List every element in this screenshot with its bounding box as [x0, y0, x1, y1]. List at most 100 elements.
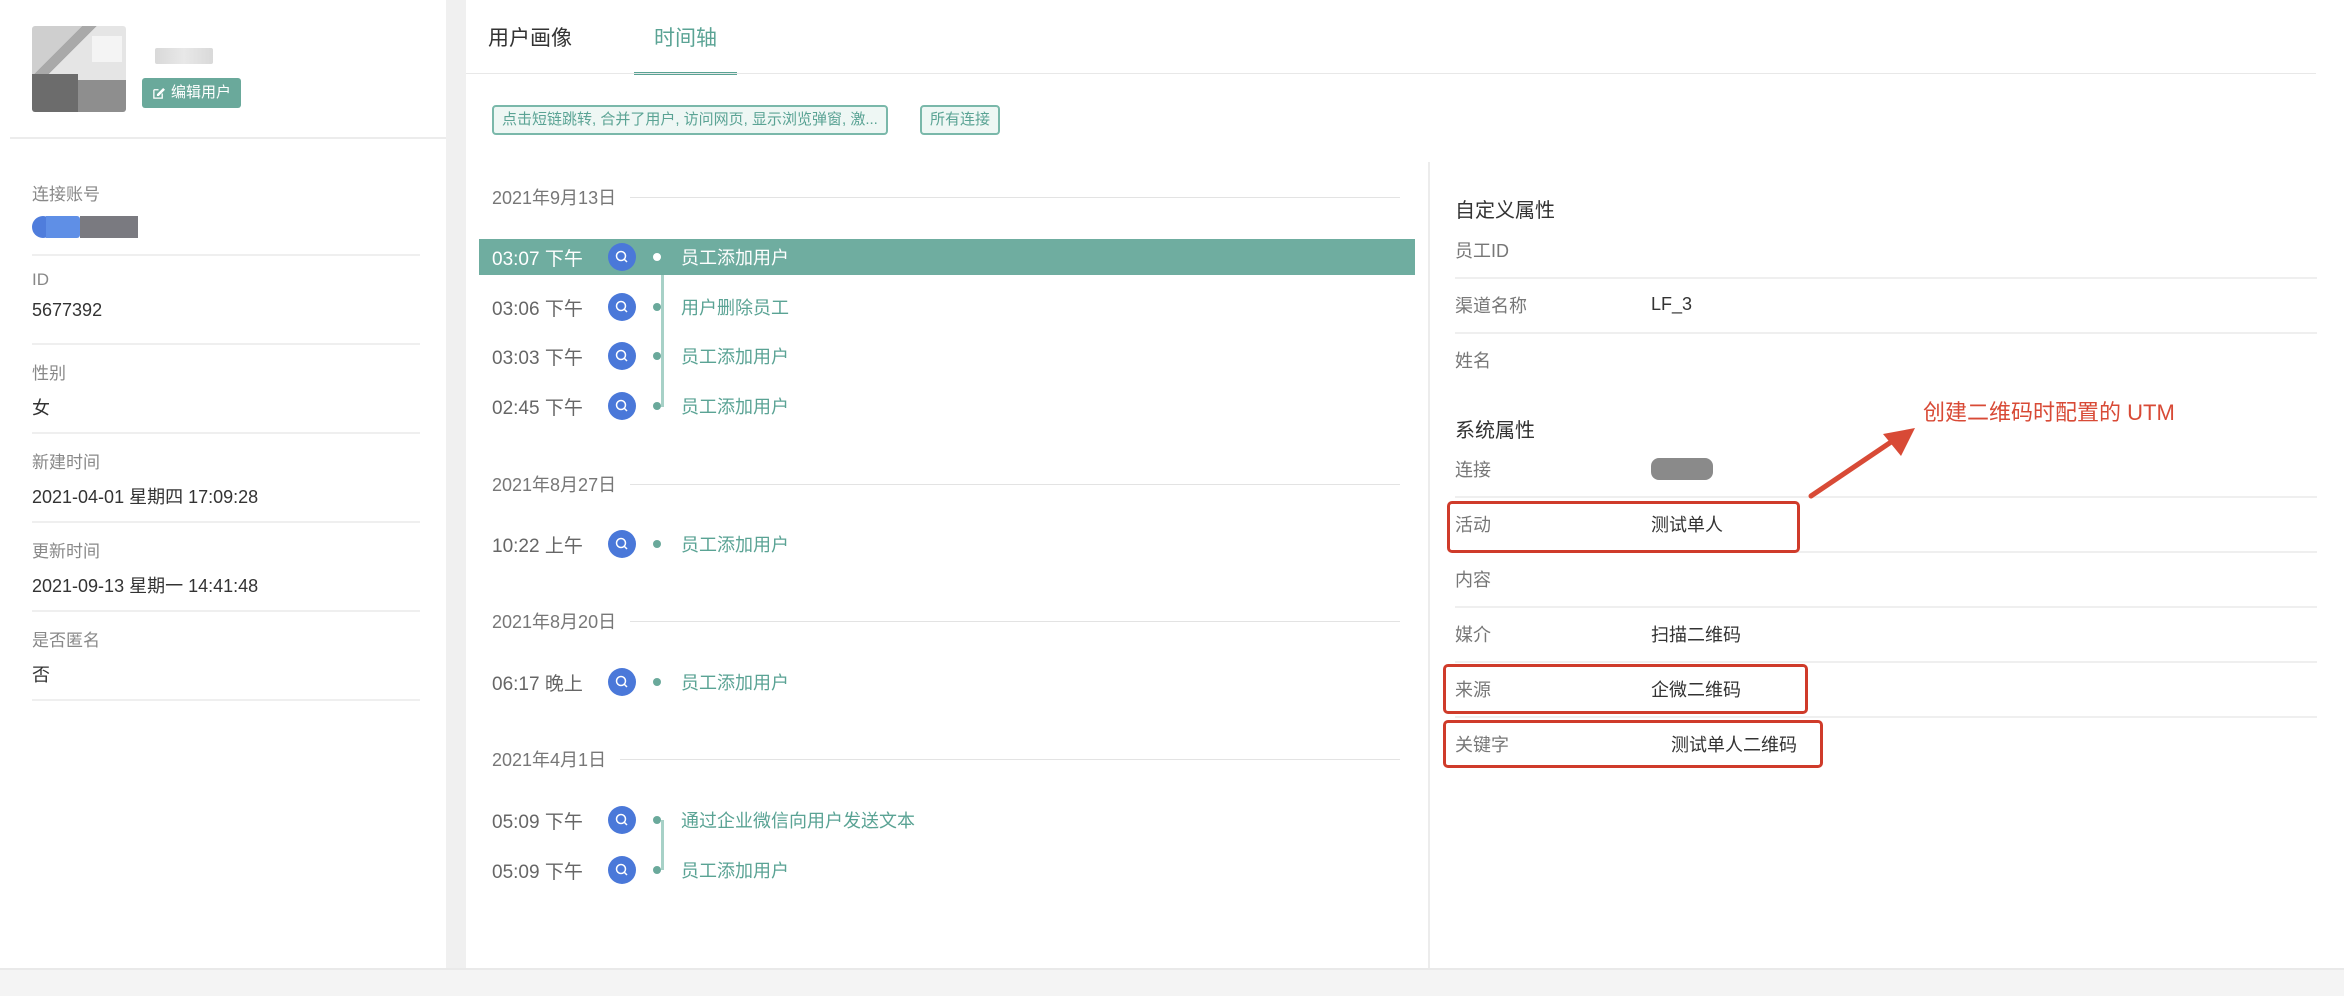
custom-properties-title: 自定义属性	[1455, 200, 1555, 222]
panel-gutter	[446, 0, 466, 994]
date-divider	[630, 483, 1400, 485]
connection-filter-tag[interactable]: 所有连接	[920, 105, 1001, 135]
edit-user-label: 编辑用户	[171, 84, 232, 101]
event-text: 员工添加用户	[681, 673, 789, 693]
date-label: 2021年8月20日	[492, 612, 617, 632]
field-updated-time: 更新时间 2021-09-13 星期一 14:41:48	[32, 537, 420, 612]
tab-timeline[interactable]: 时间轴	[634, 0, 737, 75]
event-text: 员工添加用户	[681, 248, 789, 268]
wechat-work-icon	[608, 856, 636, 884]
avatar-image-part	[32, 74, 78, 112]
field-value: 否	[32, 665, 50, 685]
user-profile-panel: 编辑用户 连接账号 ID 5677392 性别 女 新建时间 2021-04-0…	[0, 0, 446, 994]
wechat-work-icon	[608, 392, 636, 420]
wechat-work-icon	[608, 806, 636, 834]
date-divider	[630, 620, 1400, 622]
field-connected-account: 连接账号	[32, 180, 420, 256]
timeline-event[interactable]: 05:09 下午 通过企业微信向用户发送文本	[479, 802, 1415, 838]
timeline-node	[653, 303, 661, 311]
date-header: 2021年4月1日	[492, 746, 1400, 772]
timeline-event[interactable]: 03:03 下午 员工添加用户	[479, 338, 1415, 374]
event-time: 05:09 下午	[492, 861, 583, 883]
custom-property-row: 姓名	[1455, 332, 2317, 387]
property-key: 渠道名称	[1455, 295, 1527, 316]
date-divider	[620, 758, 1400, 760]
timeline-node	[653, 866, 661, 874]
account-name-redacted	[80, 216, 138, 238]
tab-user-portrait[interactable]: 用户画像	[488, 0, 572, 72]
wechat-work-icon	[608, 668, 636, 696]
edit-user-button[interactable]: 编辑用户	[142, 78, 242, 108]
field-label: 是否匿名	[32, 631, 100, 650]
event-text: 员工添加用户	[681, 397, 789, 417]
event-text: 员工添加用户	[681, 861, 789, 881]
timeline-connector	[661, 257, 664, 407]
edit-icon	[153, 87, 165, 99]
event-text: 员工添加用户	[681, 535, 789, 555]
event-time: 02:45 下午	[492, 397, 583, 419]
wechat-work-icon	[608, 243, 636, 271]
property-key: 连接	[1455, 459, 1491, 480]
wechat-work-icon	[608, 530, 636, 558]
timeline-event[interactable]: 02:45 下午 员工添加用户	[479, 388, 1415, 424]
event-text: 员工添加用户	[681, 347, 789, 367]
field-label: ID	[32, 270, 49, 289]
annotation-arrow	[1808, 428, 1915, 499]
timeline-node	[653, 253, 661, 261]
property-key: 内容	[1455, 569, 1491, 590]
date-header: 2021年8月20日	[492, 608, 1400, 634]
custom-property-row: 员工ID	[1455, 222, 2317, 279]
timeline-node	[653, 816, 661, 824]
timeline-event[interactable]: 05:09 下午 员工添加用户	[479, 852, 1415, 888]
timeline-node	[653, 678, 661, 686]
property-key: 员工ID	[1455, 240, 1509, 261]
highlight-box-activity	[1447, 501, 1800, 553]
connected-account-value	[32, 215, 420, 239]
field-label: 连接账号	[32, 185, 100, 204]
event-time: 03:03 下午	[492, 347, 583, 369]
tab-underline	[466, 73, 2316, 74]
event-time: 10:22 上午	[492, 535, 583, 557]
user-name-redacted	[155, 48, 213, 64]
timeline-event[interactable]: 03:07 下午 员工添加用户	[479, 239, 1415, 275]
property-value	[1651, 457, 1713, 480]
field-anonymous: 是否匿名 否	[32, 626, 420, 701]
highlight-box-keyword	[1443, 720, 1823, 768]
system-property-row: 媒介 扫描二维码	[1455, 606, 2317, 663]
timeline-node	[653, 402, 661, 410]
event-time: 03:07 下午	[492, 248, 583, 270]
custom-property-row: 渠道名称 LF_3	[1455, 277, 2317, 334]
system-properties-title: 系统属性	[1455, 420, 1535, 442]
event-text: 用户删除员工	[681, 298, 789, 318]
property-value: 扫描二维码	[1651, 624, 1741, 645]
highlight-box-source	[1443, 664, 1808, 714]
field-value: 5677392	[32, 300, 103, 320]
field-label: 新建时间	[32, 453, 100, 472]
timeline-event[interactable]: 03:06 下午 用户删除员工	[479, 289, 1415, 325]
date-label: 2021年4月1日	[492, 750, 607, 770]
date-divider	[630, 196, 1400, 198]
wechat-work-icon	[608, 342, 636, 370]
property-key: 姓名	[1455, 350, 1491, 371]
date-label: 2021年8月27日	[492, 475, 617, 495]
event-filter-tag[interactable]: 点击短链跳转, 合并了用户, 访问网页, 显示浏览弹窗, 激...	[492, 105, 888, 135]
timeline-event[interactable]: 06:17 晚上 员工添加用户	[479, 664, 1415, 700]
annotation-text: 创建二维码时配置的 UTM	[1923, 400, 2175, 425]
field-label: 更新时间	[32, 542, 100, 561]
avatar-image-part	[78, 80, 126, 112]
wechat-work-icon	[608, 293, 636, 321]
avatar	[32, 26, 126, 112]
timeline-node	[653, 540, 661, 548]
timeline-event[interactable]: 10:22 上午 员工添加用户	[479, 526, 1415, 562]
date-label: 2021年9月13日	[492, 188, 617, 208]
property-value: LF_3	[1651, 294, 1693, 314]
event-time: 05:09 下午	[492, 811, 583, 833]
connection-redacted	[1651, 457, 1713, 480]
field-created-time: 新建时间 2021-04-01 星期四 17:09:28	[32, 448, 420, 523]
field-label: 性别	[32, 364, 66, 383]
timeline-node	[653, 352, 661, 360]
divider	[10, 137, 446, 139]
field-gender: 性别 女	[32, 359, 420, 434]
field-value: 女	[32, 398, 50, 418]
property-key: 媒介	[1455, 624, 1491, 645]
